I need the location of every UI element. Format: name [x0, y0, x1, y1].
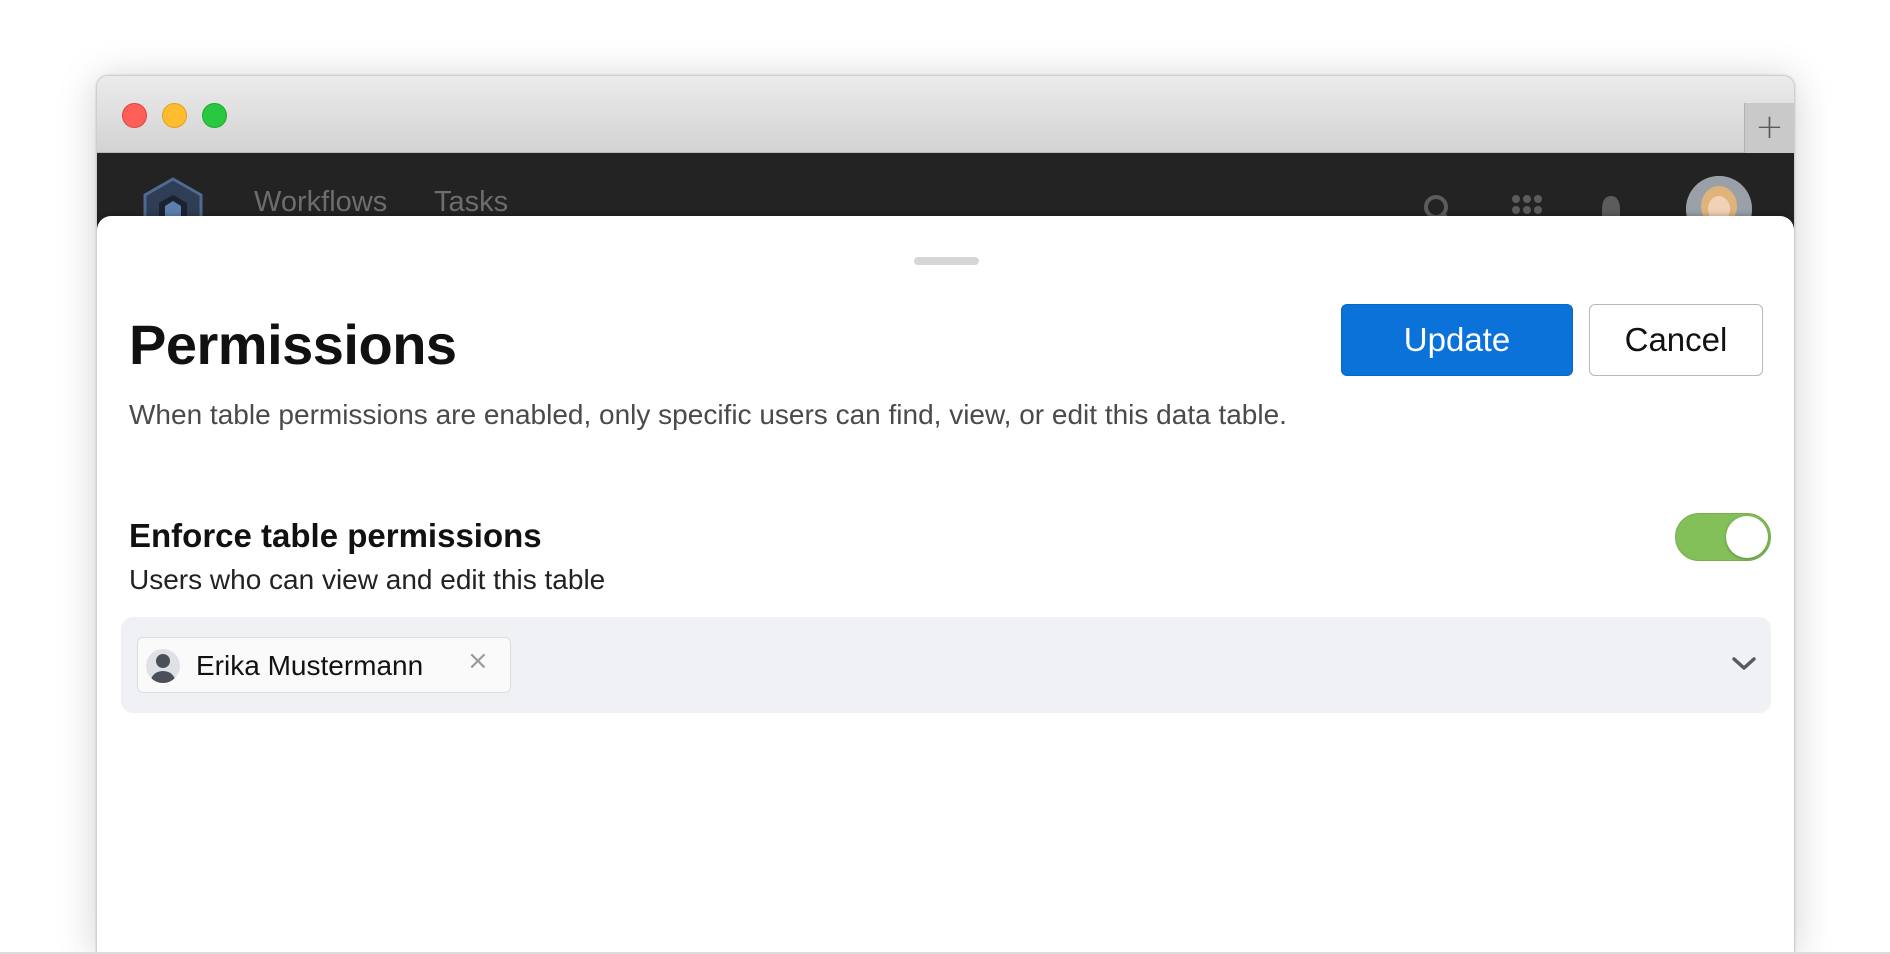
- section-title: Enforce table permissions: [129, 517, 542, 554]
- minimize-window-button[interactable]: [162, 103, 187, 128]
- page-title: Permissions: [129, 313, 457, 376]
- zoom-window-button[interactable]: [202, 103, 227, 128]
- section-subtitle: Users who can view and edit this table: [129, 564, 606, 595]
- remove-user-icon[interactable]: ×: [467, 646, 489, 676]
- user-chip: Erika Mustermann ×: [137, 637, 511, 693]
- close-window-button[interactable]: [122, 103, 147, 128]
- new-tab-button[interactable]: +: [1744, 103, 1794, 153]
- permissions-sheet: Permissions Update Cancel When table per…: [97, 216, 1794, 954]
- cancel-button[interactable]: Cancel: [1589, 304, 1763, 376]
- user-chip-name: Erika Mustermann: [196, 650, 424, 681]
- nav-tasks[interactable]: Tasks: [434, 186, 508, 219]
- enforce-permissions-toggle[interactable]: [1675, 513, 1771, 561]
- users-picker[interactable]: Erika Mustermann ×: [121, 617, 1771, 713]
- nav-workflows[interactable]: Workflows: [254, 186, 387, 219]
- sheet-grabber[interactable]: [914, 257, 979, 265]
- page-description: When table permissions are enabled, only…: [129, 399, 1287, 430]
- chevron-down-icon[interactable]: [1731, 655, 1757, 673]
- window-titlebar: +: [97, 76, 1794, 153]
- screen: + Workflows Tasks Permissions Update Can…: [0, 0, 1890, 954]
- user-placeholder-icon: [146, 649, 180, 683]
- plus-icon: +: [1755, 107, 1784, 147]
- update-button[interactable]: Update: [1341, 304, 1573, 376]
- toggle-knob: [1726, 516, 1768, 558]
- browser-window: + Workflows Tasks Permissions Update Can…: [96, 75, 1795, 954]
